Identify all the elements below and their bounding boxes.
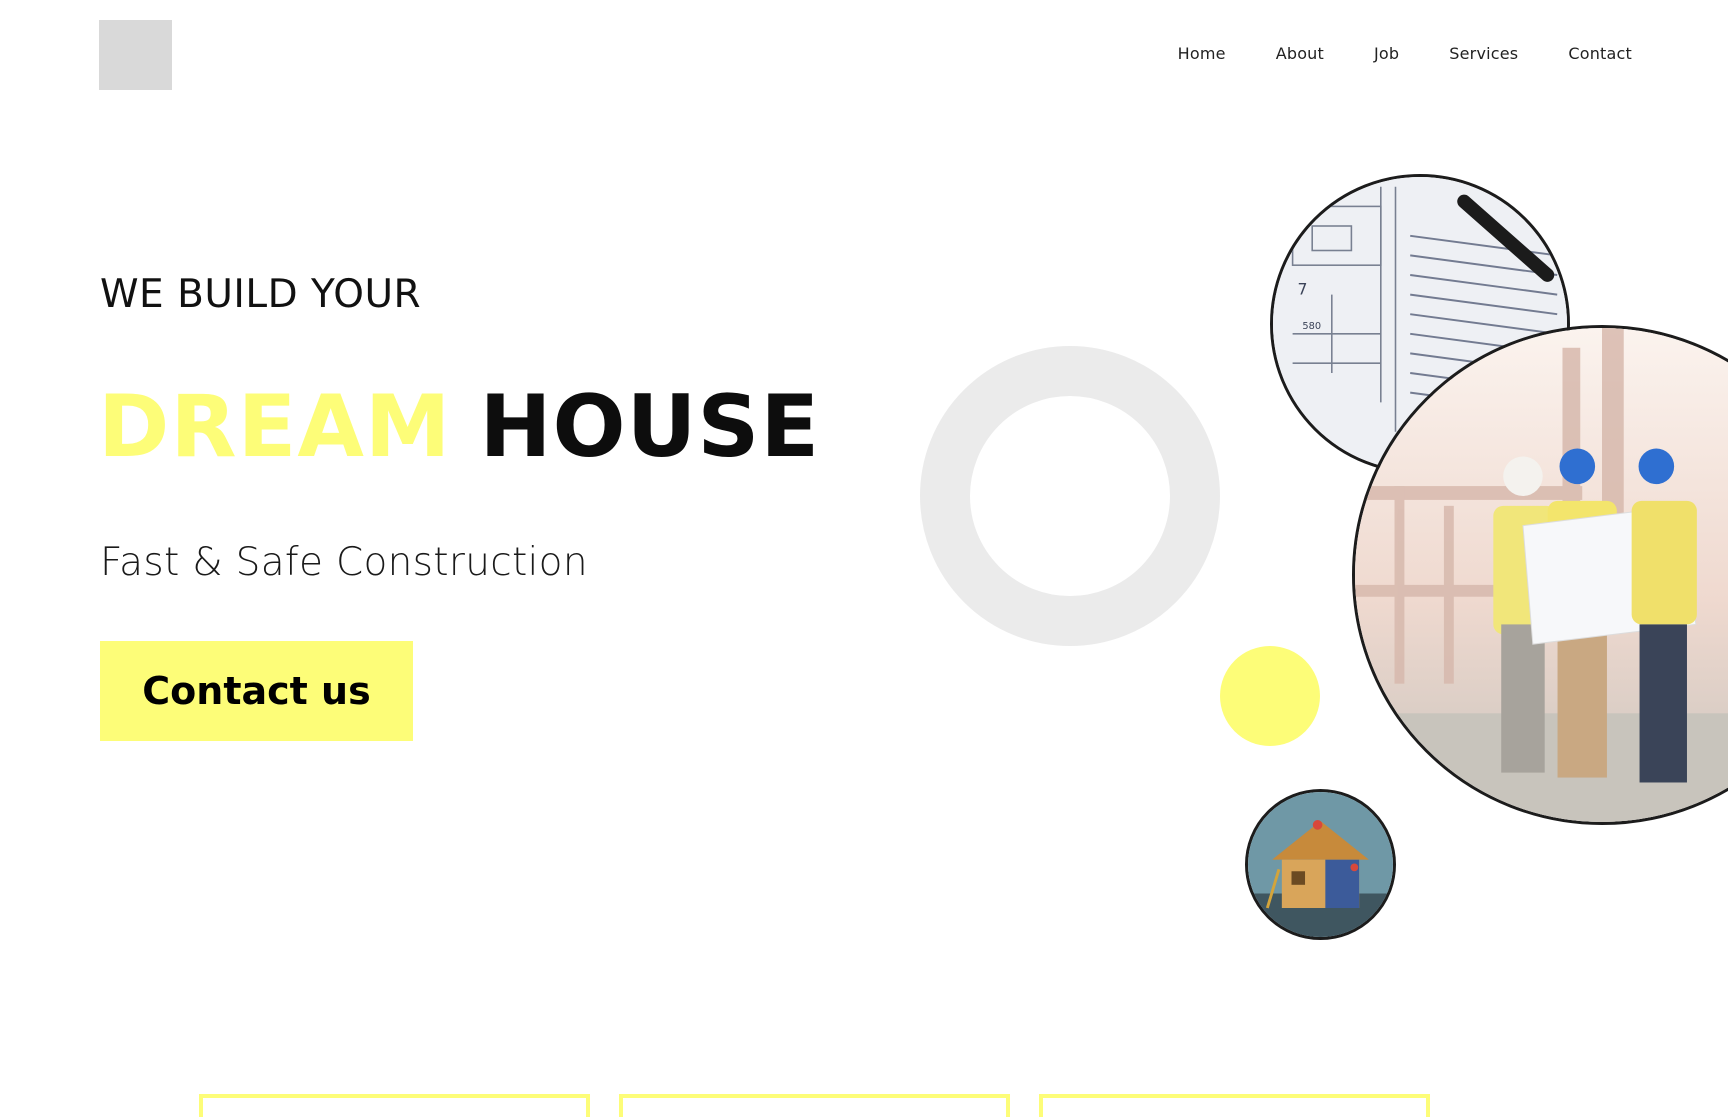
hero-title-main: HOUSE xyxy=(479,377,821,477)
nav-home[interactable]: Home xyxy=(1178,44,1226,63)
decorative-ring xyxy=(920,346,1220,646)
nav-contact[interactable]: Contact xyxy=(1568,44,1632,63)
nav-services[interactable]: Services xyxy=(1449,44,1518,63)
service-card[interactable] xyxy=(619,1094,1010,1117)
hero-subtitle: Fast & Safe Construction xyxy=(100,540,588,585)
decorative-yellow-dot xyxy=(1220,646,1320,746)
hero-kicker: WE BUILD YOUR xyxy=(100,272,422,317)
main-nav: Home About Job Services Contact xyxy=(1128,44,1632,63)
hero-title: DREAM HOUSE xyxy=(98,384,820,470)
svg-text:580: 580 xyxy=(1302,321,1321,332)
hero-title-accent: DREAM xyxy=(98,377,452,477)
page: Home About Job Services Contact WE BUILD… xyxy=(0,0,1728,1117)
contact-us-button[interactable]: Contact us xyxy=(100,641,413,741)
house-illustration-image xyxy=(1245,789,1396,940)
service-card[interactable] xyxy=(199,1094,590,1117)
service-card[interactable] xyxy=(1039,1094,1430,1117)
nav-job[interactable]: Job xyxy=(1374,44,1399,63)
logo-placeholder[interactable] xyxy=(99,20,172,90)
nav-about[interactable]: About xyxy=(1276,44,1324,63)
svg-text:7: 7 xyxy=(1298,280,1308,299)
